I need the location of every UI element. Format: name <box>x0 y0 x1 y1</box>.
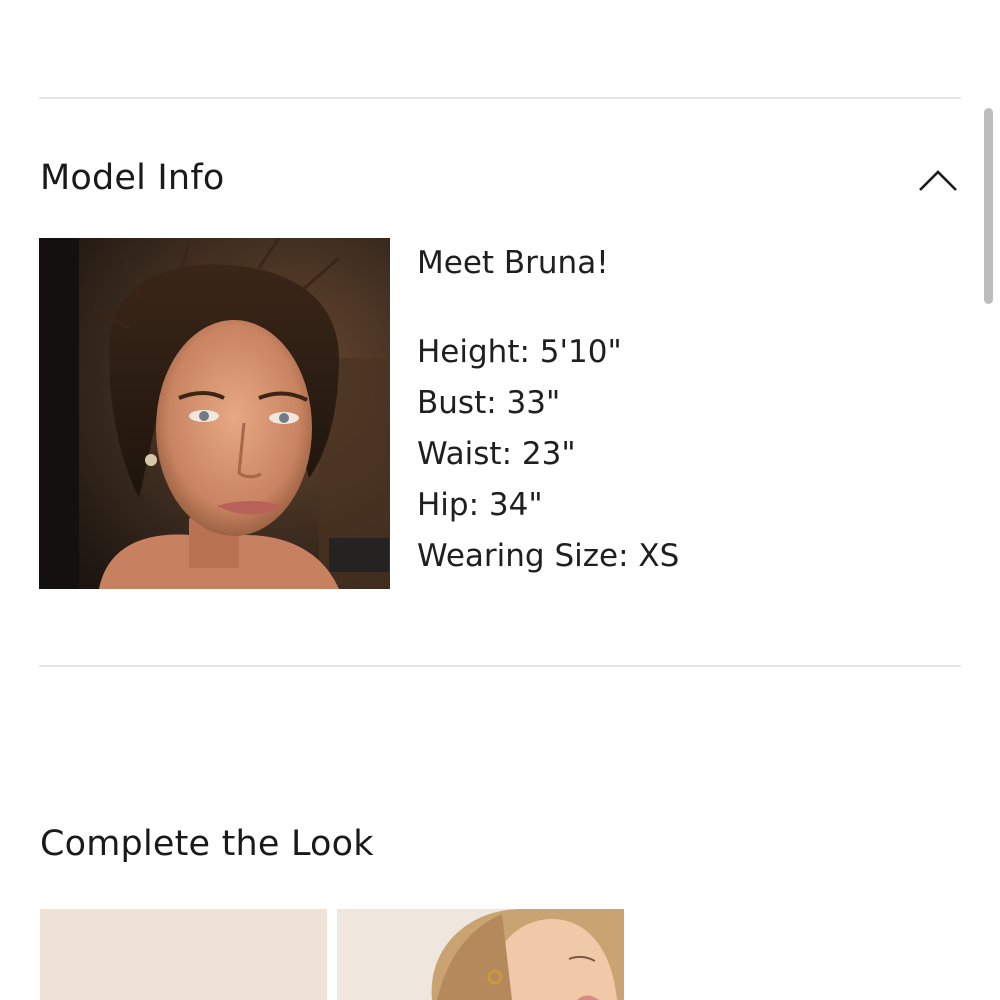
section-divider <box>39 97 961 99</box>
look-product-card[interactable] <box>40 909 327 1000</box>
model-photo <box>39 238 390 589</box>
model-bust: Bust: 33" <box>417 385 561 421</box>
look-product-card[interactable] <box>337 909 624 1000</box>
collapse-section-button[interactable] <box>912 160 964 200</box>
model-info-heading: Model Info <box>40 158 225 198</box>
model-waist: Waist: 23" <box>417 436 576 472</box>
complete-the-look-heading: Complete the Look <box>40 824 374 864</box>
product-image <box>337 909 624 1000</box>
chevron-up-icon <box>919 170 957 191</box>
model-wearing-size: Wearing Size: XS <box>417 538 680 574</box>
model-height: Height: 5'10" <box>417 334 622 370</box>
product-image <box>40 909 327 1000</box>
model-details: Meet Bruna! Height: 5'10" Bust: 33" Wais… <box>417 238 937 582</box>
scrollbar[interactable] <box>984 108 993 304</box>
section-divider <box>39 665 961 667</box>
model-intro: Meet Bruna! <box>417 245 609 281</box>
model-hip: Hip: 34" <box>417 487 543 523</box>
